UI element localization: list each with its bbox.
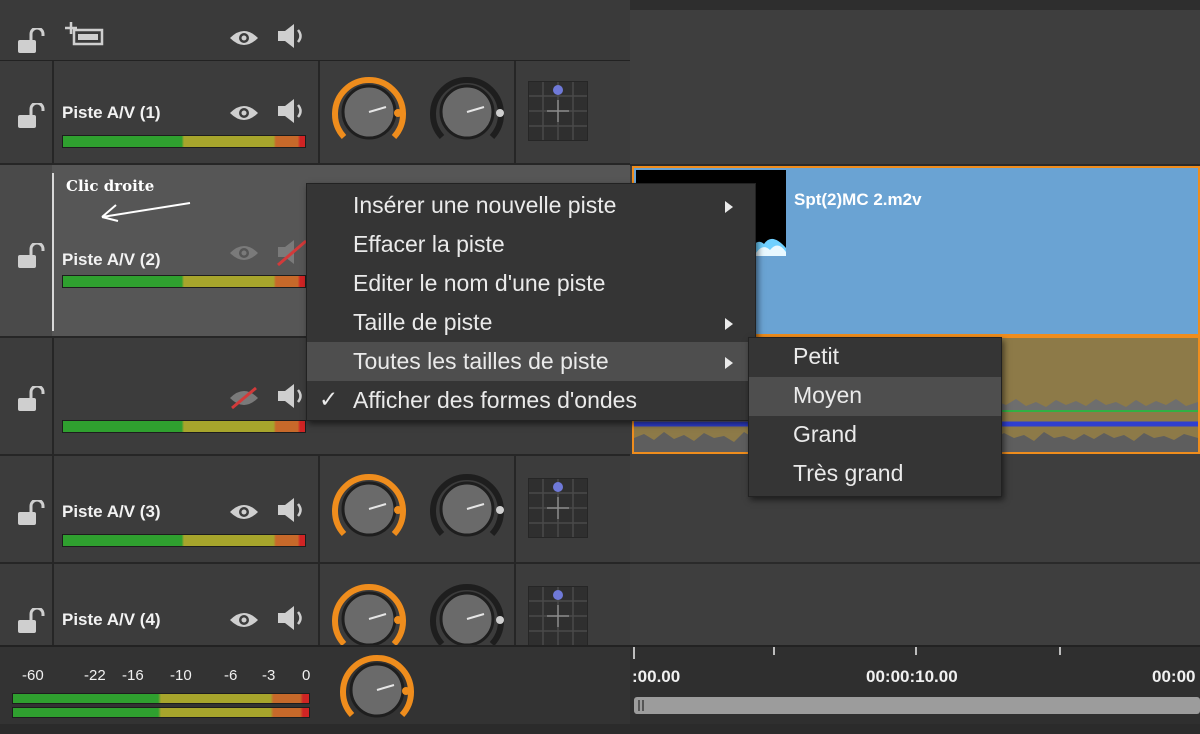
master-level-meter-right xyxy=(12,707,310,718)
lock-open-icon[interactable] xyxy=(16,103,46,129)
submenu-item-label: Moyen xyxy=(793,382,863,408)
track-name[interactable]: Piste A/V (1) xyxy=(62,103,161,123)
ruler-ticks xyxy=(633,647,1061,659)
eye-off-icon[interactable] xyxy=(228,386,260,410)
column-divider xyxy=(52,564,54,645)
submenu-arrow-icon xyxy=(725,318,733,330)
context-menu: Insérer une nouvelle piste Effacer la pi… xyxy=(306,183,756,421)
track-level-meter xyxy=(62,275,306,288)
master-level-meter-left xyxy=(12,693,310,704)
speaker-icon[interactable] xyxy=(276,496,308,524)
column-divider xyxy=(52,456,54,562)
column-divider xyxy=(514,456,516,562)
track-row-1[interactable]: Piste A/V (1) xyxy=(0,61,630,165)
column-divider xyxy=(318,456,320,562)
track-name[interactable]: Piste A/V (3) xyxy=(62,502,161,522)
submenu-item-small[interactable]: Petit xyxy=(749,338,1001,377)
menu-item-label: Taille de piste xyxy=(353,309,493,335)
column-divider xyxy=(318,61,320,163)
menu-item-label: Editer le nom d'une piste xyxy=(353,270,606,296)
submenu-item-label: Très grand xyxy=(793,460,904,486)
menu-item-label: Toutes les tailles de piste xyxy=(353,348,609,374)
timeline-scrollbar[interactable] xyxy=(634,697,1200,714)
eye-icon[interactable] xyxy=(228,103,260,123)
menu-item-label: Insérer une nouvelle piste xyxy=(353,192,617,218)
pan-grid-icon[interactable] xyxy=(528,586,588,645)
track-name[interactable]: Piste A/V (2) xyxy=(62,250,161,270)
submenu-item-medium[interactable]: Moyen xyxy=(749,377,1001,416)
track-level-meter xyxy=(62,135,306,148)
menu-item-rename-track[interactable]: Editer le nom d'une piste xyxy=(307,264,755,303)
timeline-lane-1 xyxy=(630,60,1200,166)
meter-scale-label: -10 xyxy=(170,667,192,684)
speaker-muted-icon[interactable] xyxy=(276,237,308,267)
pan-knob[interactable] xyxy=(428,470,506,548)
timecode-label: 00:00:10.00 xyxy=(866,667,958,686)
checkmark-icon: ✓ xyxy=(319,386,339,412)
lock-open-icon[interactable] xyxy=(16,243,46,269)
track-level-meter xyxy=(62,534,306,547)
meter-scale-label: -6 xyxy=(224,667,238,684)
volume-knob[interactable] xyxy=(330,73,408,151)
track-row-4[interactable]: Piste A/V (4) xyxy=(0,564,630,647)
meter-scale-label: 0 xyxy=(302,667,311,684)
menu-item-insert-track[interactable]: Insérer une nouvelle piste xyxy=(307,186,755,225)
submenu-item-large[interactable]: Grand xyxy=(749,416,1001,455)
submenu-item-very-large[interactable]: Très grand xyxy=(749,455,1001,494)
master-meter-panel: -60 -22 -16 -10 -6 -3 0 xyxy=(0,645,630,724)
menu-item-all-track-sizes[interactable]: Toutes les tailles de piste xyxy=(307,342,755,381)
pan-grid-icon[interactable] xyxy=(528,81,588,141)
meter-scale-label: -3 xyxy=(262,667,276,684)
eye-icon[interactable] xyxy=(228,28,260,48)
column-divider xyxy=(514,61,516,163)
eye-icon[interactable] xyxy=(228,502,260,522)
menu-item-label: Afficher des formes d'ondes xyxy=(353,387,637,413)
arrow-left-icon xyxy=(98,199,194,223)
volume-knob[interactable] xyxy=(330,470,408,548)
column-divider xyxy=(514,564,516,645)
annotation-text: Clic droite xyxy=(66,177,155,195)
column-divider xyxy=(52,338,54,454)
lock-open-icon[interactable] xyxy=(16,386,46,412)
menu-item-show-waveforms[interactable]: ✓ Afficher des formes d'ondes xyxy=(307,381,755,420)
scrollbar-handle-icon[interactable] xyxy=(638,700,644,711)
track-header-bar xyxy=(0,0,630,61)
clip-filename: Spt(2)MC 2.m2v xyxy=(794,190,922,209)
volume-knob[interactable] xyxy=(330,580,408,645)
submenu-arrow-icon xyxy=(725,201,733,213)
submenu-item-label: Grand xyxy=(793,421,857,447)
track-row-3[interactable]: Piste A/V (3) xyxy=(0,456,630,564)
column-divider xyxy=(52,61,54,163)
lock-open-icon[interactable] xyxy=(16,28,46,54)
pan-knob[interactable] xyxy=(428,580,506,645)
menu-item-label: Effacer la piste xyxy=(353,231,505,257)
column-divider xyxy=(52,173,54,331)
track-name[interactable]: Piste A/V (4) xyxy=(62,610,161,630)
eye-icon[interactable] xyxy=(228,243,260,263)
lock-open-icon[interactable] xyxy=(16,608,46,634)
pan-grid-icon[interactable] xyxy=(528,478,588,538)
track-size-submenu: Petit Moyen Grand Très grand xyxy=(748,337,1002,497)
speaker-icon[interactable] xyxy=(276,22,308,50)
speaker-icon[interactable] xyxy=(276,97,308,125)
track-level-meter xyxy=(62,420,306,433)
menu-item-delete-track[interactable]: Effacer la piste xyxy=(307,225,755,264)
meter-scale-label: -60 xyxy=(22,667,44,684)
add-track-icon[interactable] xyxy=(64,20,104,48)
pan-knob[interactable] xyxy=(428,73,506,151)
eye-icon[interactable] xyxy=(228,610,260,630)
timecode-label: :00.00 xyxy=(632,667,681,686)
submenu-item-label: Petit xyxy=(793,343,840,369)
timecode-label: 00:00 xyxy=(1152,667,1196,686)
column-divider xyxy=(318,564,320,645)
menu-item-track-size[interactable]: Taille de piste xyxy=(307,303,755,342)
master-volume-knob[interactable] xyxy=(338,651,416,729)
meter-scale-label: -22 xyxy=(84,667,106,684)
submenu-arrow-icon xyxy=(725,357,733,369)
meter-scale-label: -16 xyxy=(122,667,144,684)
speaker-icon[interactable] xyxy=(276,382,308,410)
speaker-icon[interactable] xyxy=(276,604,308,632)
lock-open-icon[interactable] xyxy=(16,500,46,526)
